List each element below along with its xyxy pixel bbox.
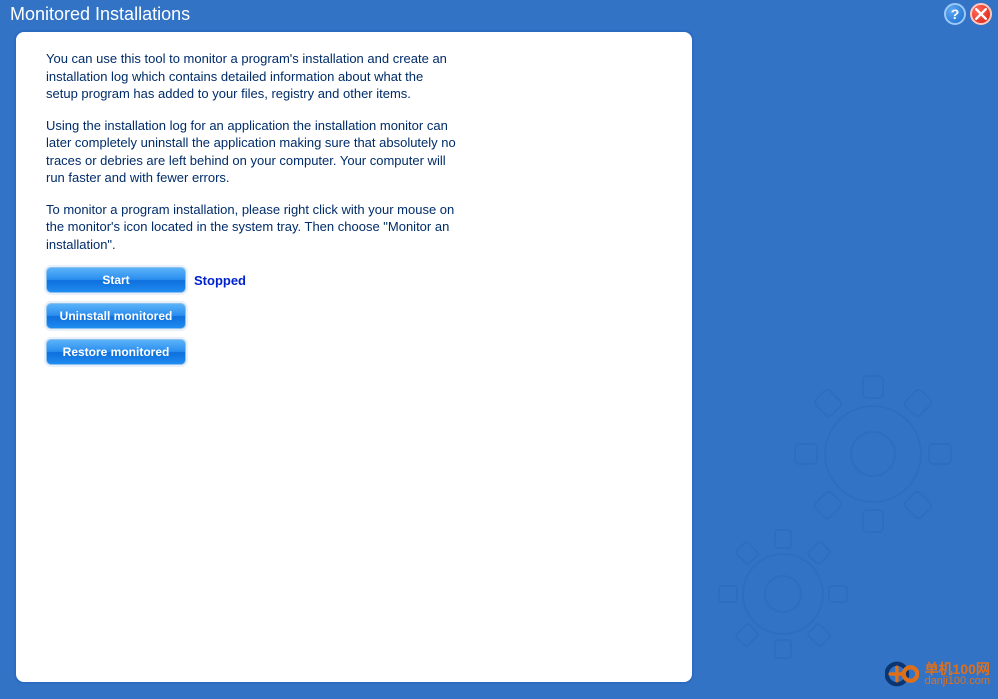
window-title: Monitored Installations xyxy=(10,4,190,25)
watermark-url: danji100.com xyxy=(925,676,990,687)
content-panel: You can use this tool to monitor a progr… xyxy=(14,30,694,684)
start-row: Start Stopped xyxy=(46,267,662,293)
help-icon: ? xyxy=(951,6,960,22)
close-button[interactable] xyxy=(970,3,992,25)
uninstall-row: Uninstall monitored xyxy=(46,303,662,329)
watermark-name: 单机100网 xyxy=(925,662,990,676)
watermark: 单机100网 danji100.com xyxy=(885,657,990,691)
help-button[interactable]: ? xyxy=(944,3,966,25)
intro-paragraph-3: To monitor a program installation, pleas… xyxy=(46,201,456,254)
watermark-text: 单机100网 danji100.com xyxy=(925,662,990,687)
uninstall-monitored-button[interactable]: Uninstall monitored xyxy=(46,303,186,329)
start-button[interactable]: Start xyxy=(46,267,186,293)
restore-monitored-button[interactable]: Restore monitored xyxy=(46,339,186,365)
title-bar: Monitored Installations ? xyxy=(0,0,998,28)
status-text: Stopped xyxy=(194,273,246,288)
gear-decoration-icon xyxy=(688,359,988,679)
header-controls: ? xyxy=(944,3,992,25)
watermark-logo-icon xyxy=(885,657,919,691)
intro-paragraph-2: Using the installation log for an applic… xyxy=(46,117,456,187)
close-icon xyxy=(975,8,987,20)
intro-paragraph-1: You can use this tool to monitor a progr… xyxy=(46,50,456,103)
restore-row: Restore monitored xyxy=(46,339,662,365)
